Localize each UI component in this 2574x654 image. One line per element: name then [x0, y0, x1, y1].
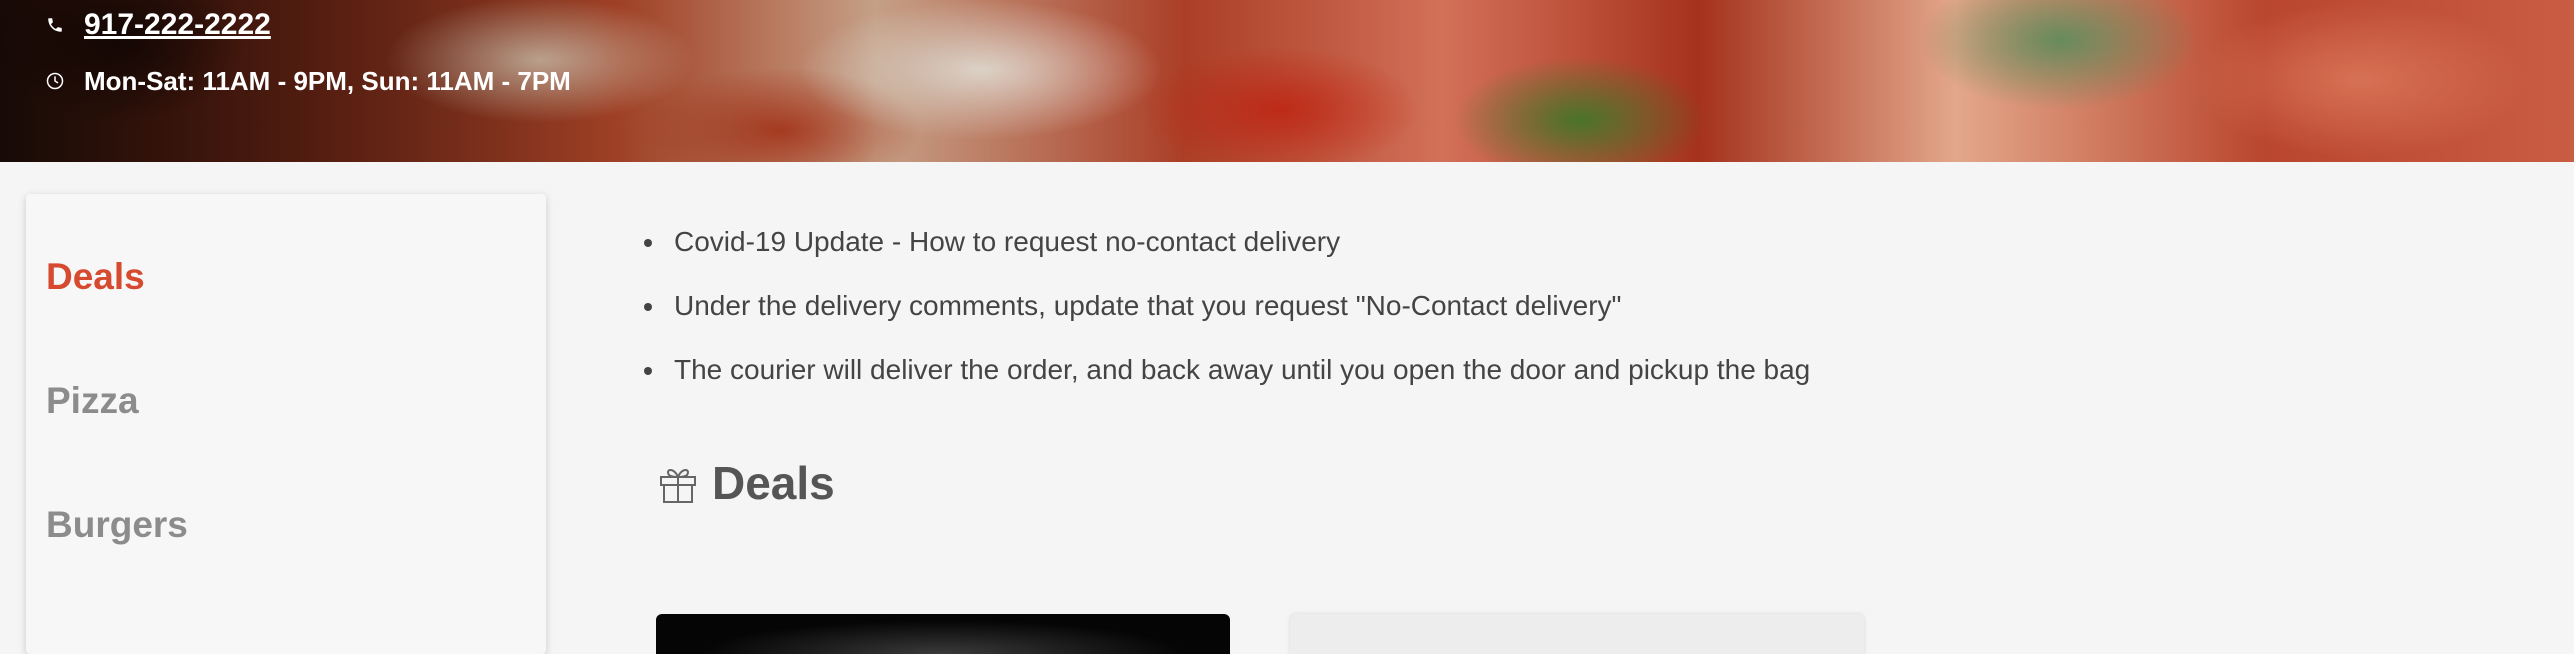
sidebar-item-deals[interactable]: Deals [46, 256, 145, 298]
sidebar-item-burgers[interactable]: Burgers [46, 504, 188, 546]
covid-notice-list: Covid-19 Update - How to request no-cont… [644, 222, 1810, 414]
section-title: Deals [712, 457, 835, 509]
deal-card[interactable] [656, 614, 1230, 654]
business-hours: Mon-Sat: 11AM - 9PM, Sun: 11AM - 7PM [84, 65, 571, 96]
deal-card[interactable] [1290, 614, 1864, 654]
sidebar-item-pizza[interactable]: Pizza [46, 380, 139, 422]
phone-link[interactable]: 917-222-2222 [84, 8, 271, 42]
list-item: Under the delivery comments, update that… [644, 286, 1810, 350]
list-item: The courier will deliver the order, and … [644, 350, 1810, 414]
phone-row: 917-222-2222 [44, 8, 571, 42]
list-item: Covid-19 Update - How to request no-cont… [644, 222, 1810, 286]
clock-icon [44, 70, 66, 92]
deals-section-heading: Deals [656, 456, 835, 510]
phone-icon [44, 14, 66, 36]
header-banner: 917-222-2222 Mon-Sat: 11AM - 9PM, Sun: 1… [0, 0, 2574, 162]
category-sidebar: Deals Pizza Burgers [26, 194, 546, 654]
contact-info: 917-222-2222 Mon-Sat: 11AM - 9PM, Sun: 1… [44, 8, 571, 98]
hours-row: Mon-Sat: 11AM - 9PM, Sun: 11AM - 7PM [44, 64, 571, 98]
gift-icon [656, 461, 700, 505]
